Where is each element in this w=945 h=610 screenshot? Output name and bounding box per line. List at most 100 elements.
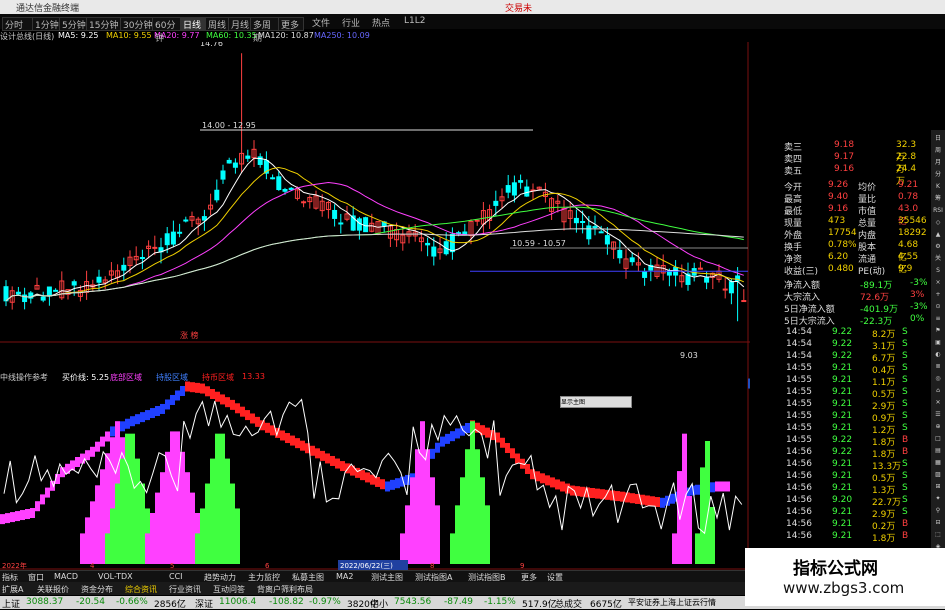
candle-body [3,286,9,302]
side-tool-icon[interactable]: ▲ [933,230,943,240]
kline-chart[interactable]: 14.7614.00 - 12.9510.59 - 10.579.03涨 榜12… [0,42,750,570]
side-tool-icon[interactable]: ⚙ [933,242,943,252]
period-button-10[interactable]: 更多 [278,17,304,31]
indicator-tab[interactable]: VOL-TDX [98,572,133,581]
side-tool-icon[interactable]: □ [933,434,943,444]
watermark-title: 指标公式网 [793,559,878,579]
side-tool-icon[interactable]: 周 [933,146,943,156]
trend-block [0,514,5,525]
info-tab[interactable]: 互动问答 [213,584,245,595]
tick-row: 14:56 9.21 13.3万 S [748,459,923,472]
menu-7[interactable]: 文件 [312,16,330,29]
side-tool-icon[interactable]: ≡ [933,314,943,324]
tick-price: 9.21 [832,483,853,493]
side-tool-icon[interactable]: ▣ [933,338,943,348]
index-name[interactable]: 中小 [370,597,388,610]
indicator-tab[interactable]: CCI [169,572,183,581]
trend-block [485,427,490,438]
index-name[interactable]: 上证 [2,597,20,610]
period-button-0[interactable]: 分时 [2,17,36,31]
stat-row: 收益(三) 0.480 PE(动) 9.9 [748,264,923,277]
tick-time: 14:55 [786,387,812,397]
trend-block [165,399,170,410]
info-tab[interactable]: 扩展A [2,584,23,595]
stat-value: 9.21 [898,180,919,190]
zone-bar [100,469,105,564]
indicator-tab[interactable]: MACD [54,572,78,581]
stat-row: 现量 473 总量 35546 [748,216,927,229]
tick-side: S [902,387,908,397]
info-tab[interactable]: 背离户筛利布局 [257,584,313,595]
side-tool-icon[interactable]: ⚑ [933,326,943,336]
side-tool-icon[interactable]: ⊟ [933,518,943,528]
side-tool-icon[interactable]: ◐ [933,350,943,360]
period-button-4[interactable]: 30分钟 [120,17,156,31]
trend-block [615,491,620,502]
side-tool-icon[interactable]: RSI [933,206,943,216]
limit-up-mark: 涨 榜 [180,330,199,340]
index-name[interactable]: 深证 [195,597,213,610]
side-tool-icon[interactable]: ▨ [933,470,943,480]
show-main-chart-tooltip[interactable]: 显示主图 [560,396,632,408]
ma-legend-item: MA250: 10.09 [314,31,370,40]
period-button-6[interactable]: 日线 [180,17,208,31]
menu-8[interactable]: 行业 [342,16,360,29]
side-tool-icon[interactable]: ⊕ [933,422,943,432]
candle-body [96,276,102,283]
flow-label: 5日大宗流入 [784,317,835,327]
candle-body [449,233,455,253]
trend-block [465,423,470,433]
info-tab[interactable]: 行业资讯 [169,584,201,595]
side-tool-icon[interactable]: ◇ [933,218,943,228]
side-tool-icon[interactable]: + [933,290,943,300]
info-tab[interactable]: 资金分布 [81,584,113,595]
side-tool-icon[interactable]: ⚲ [933,506,943,516]
candle-body [617,249,623,259]
side-tool-icon[interactable]: S [933,266,943,276]
side-tool-icon[interactable]: ⌂ [933,386,943,396]
tick-row: 14:54 9.22 3.1万 S [748,339,923,352]
side-tool-icon[interactable]: ◎ [933,374,943,384]
info-tab[interactable]: 综合资讯 [125,584,157,595]
candle-body [177,231,183,234]
trade-label[interactable]: 交易未 [505,1,532,14]
side-tool-icon[interactable]: ✦ [933,494,943,504]
candle-body [183,219,189,222]
side-tool-icon[interactable]: ⬚ [933,530,943,540]
tick-price: 9.21 [832,375,853,385]
trend-block [170,394,175,405]
side-tool-icon[interactable]: 日 [933,134,943,144]
side-tool-icon[interactable]: ≣ [933,362,943,372]
indicator-legend-item: 底部区域 [110,373,142,382]
trend-block [515,453,520,464]
flow-row: 5日大宗流入 -22.3万 0% [748,314,924,327]
side-tool-icon[interactable]: ▦ [933,458,943,468]
side-tool-icon[interactable]: ☰ [933,410,943,420]
tick-price: 9.21 [832,507,853,517]
indicator-legend-item: 持币区域 [202,373,234,382]
info-tab[interactable]: 关联报价 [37,584,69,595]
period-button-3[interactable]: 15分钟 [86,17,124,31]
candle-body [232,162,238,168]
side-tool-icon[interactable]: ▤ [933,446,943,456]
side-tool-icon[interactable]: × [933,278,943,288]
indicator-tab[interactable]: MA2 [336,572,353,581]
tick-time: 14:56 [786,519,812,529]
index-value: 11006.4 [219,597,257,607]
side-tool-icon[interactable]: 月 [933,158,943,168]
side-tool-icon[interactable]: ⊞ [933,482,943,492]
side-tool-icon[interactable]: 筹 [933,194,943,204]
side-tool-icon[interactable]: ✕ [933,398,943,408]
menu-10[interactable]: L1L2 [404,16,425,26]
indicator-legend-item: 持股区域 [156,373,188,382]
side-tool-icon[interactable]: ⊙ [933,302,943,312]
side-tool-icon[interactable]: 分 [933,170,943,180]
index-pct: -0.97% [309,597,341,607]
trend-block [645,495,650,506]
side-tool-icon[interactable]: K [933,182,943,192]
menu-9[interactable]: 热点 [372,16,390,29]
trend-block [710,482,715,493]
zone-bar [410,477,415,564]
tick-side: B [902,531,909,541]
side-tool-icon[interactable]: 关 [933,254,943,264]
